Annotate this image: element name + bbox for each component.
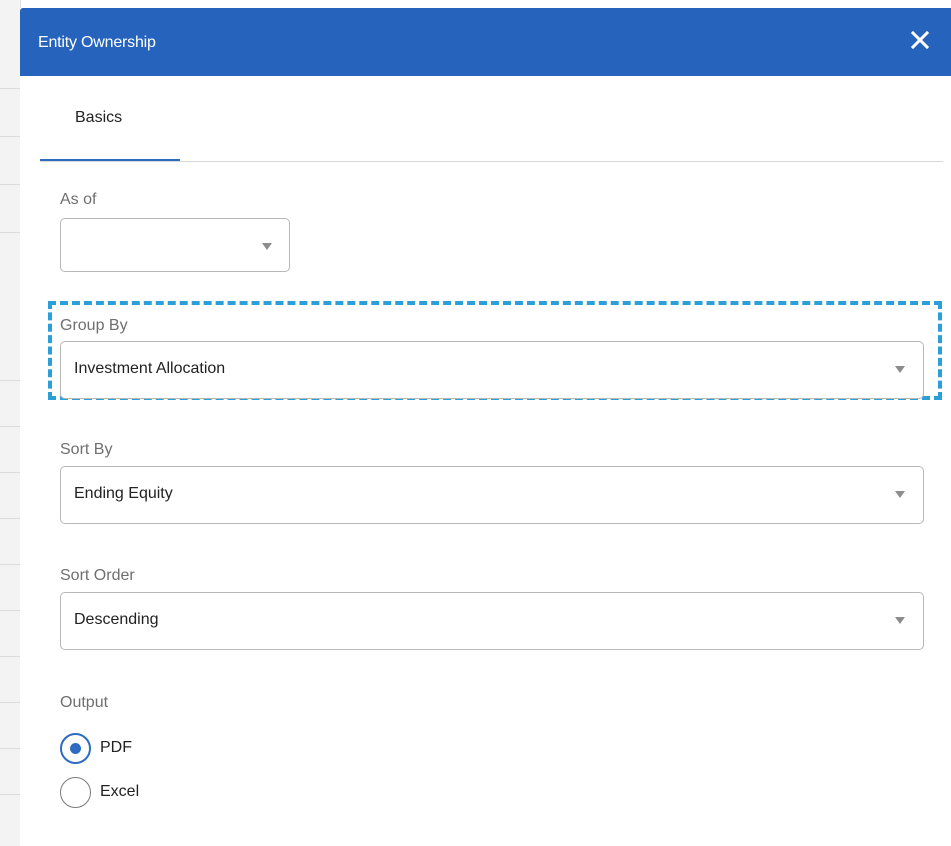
output-pdf-label: PDF [100,739,132,756]
background-row-line [0,518,20,519]
output-pdf-radio[interactable]: PDF [60,733,200,767]
radio-unchecked-icon [60,777,91,808]
background-row-line [0,136,20,137]
background-row-line [0,232,20,233]
output-excel-radio[interactable]: Excel [60,777,200,811]
close-icon[interactable] [908,28,936,56]
as-of-select[interactable] [60,218,290,272]
background-row-line [0,184,20,185]
background-row-line [0,380,20,381]
group-by-label: Group By [60,317,128,334]
as-of-label: As of [60,191,97,208]
background-row-line [0,702,20,703]
sort-by-label: Sort By [60,441,113,458]
active-tab-indicator [40,159,180,161]
background-row-line [0,564,20,565]
sort-order-value: Descending [74,611,159,628]
background-row-line [0,794,20,795]
output-label: Output [60,694,109,711]
background-row-line [0,88,20,89]
sort-by-value: Ending Equity [74,485,173,502]
chevron-down-icon [895,366,905,373]
sort-order-select[interactable]: Descending [60,592,924,650]
output-excel-label: Excel [100,783,140,800]
background-row-line [0,748,20,749]
tab-basics[interactable]: Basics [40,76,180,161]
background-row-line [0,426,20,427]
dialog-header: Entity Ownership [20,8,951,76]
background-row-line [0,610,20,611]
background-page-edge [0,0,21,846]
sort-order-label: Sort Order [60,567,135,584]
background-row-line [0,656,20,657]
tab-bar: Basics [40,76,943,162]
chevron-down-icon [895,491,905,498]
group-by-value: Investment Allocation [74,360,226,377]
chevron-down-icon [895,617,905,624]
group-by-select[interactable]: Investment Allocation [60,341,924,399]
background-row-line [0,472,20,473]
radio-checked-icon [60,733,91,764]
entity-ownership-dialog: Entity Ownership Basics As of Group By I… [20,8,951,846]
dialog-title: Entity Ownership [38,34,156,51]
sort-by-select[interactable]: Ending Equity [60,466,924,524]
tab-basics-label: Basics [75,109,123,126]
chevron-down-icon [262,243,272,250]
